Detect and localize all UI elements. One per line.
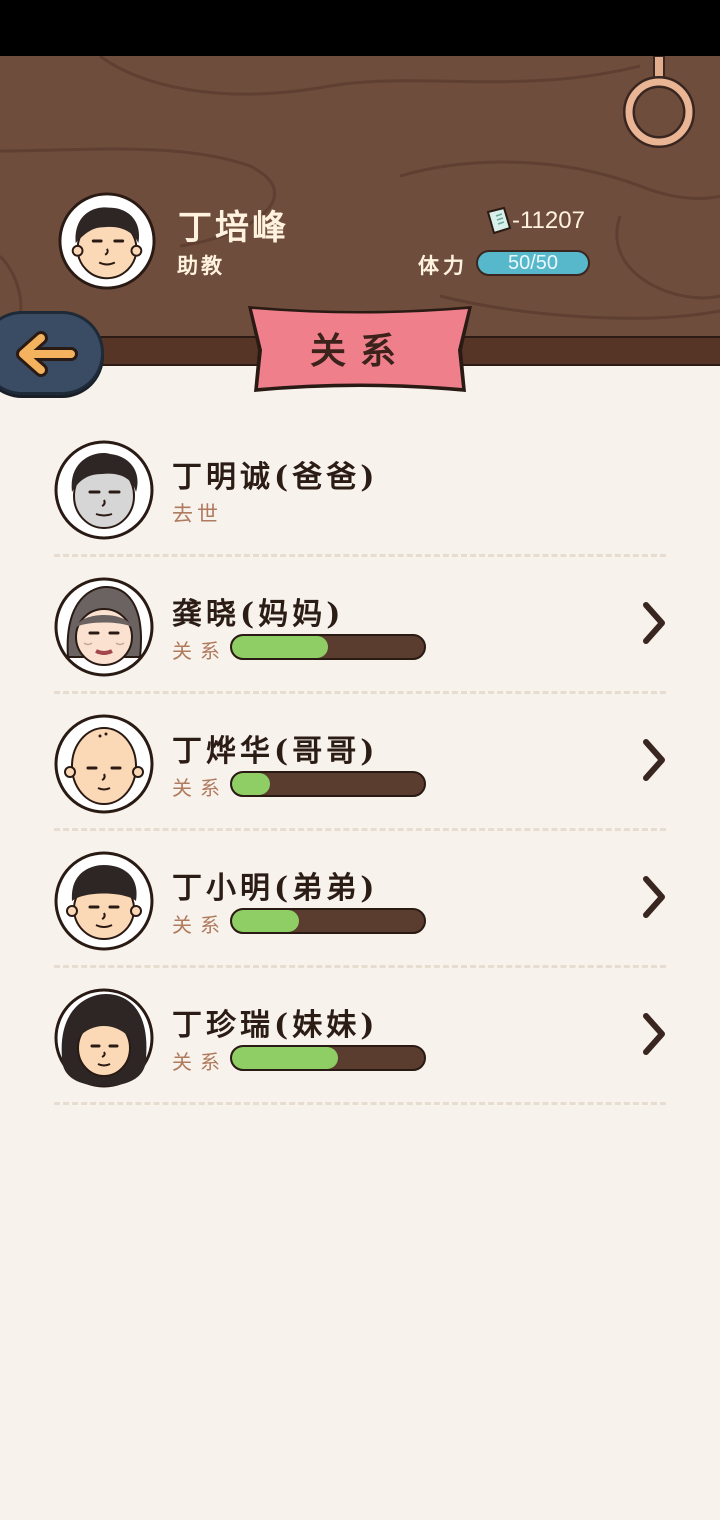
younger-brother-avatar: [54, 851, 154, 951]
status-bar: [0, 0, 720, 56]
relation-bar: [230, 634, 426, 660]
player-avatar[interactable]: [58, 192, 156, 290]
relation-label: 关系: [172, 639, 228, 663]
back-arrow-icon: [16, 331, 78, 377]
stamina-bar: 50/50: [476, 250, 590, 276]
player-title: 助教: [177, 254, 225, 278]
relation-name: 丁明诚(爸爸): [172, 460, 379, 495]
relation-bar-fill: [232, 910, 300, 932]
ring-icon[interactable]: [622, 56, 696, 152]
relation-bar: [230, 771, 426, 797]
chevron-right-icon[interactable]: [640, 1012, 668, 1056]
money-value: -11207: [512, 207, 585, 234]
row-divider: [54, 554, 666, 557]
relation-name: 丁珍瑞(妹妹): [172, 1008, 379, 1043]
relation-row[interactable]: 丁烨华(哥哥) 关系: [0, 714, 720, 851]
chevron-right-icon[interactable]: [640, 738, 668, 782]
mother-avatar: [54, 577, 154, 677]
relation-label: 关系: [172, 913, 228, 937]
stamina-label: 体力: [418, 254, 468, 278]
brother-avatar: [54, 714, 154, 814]
relation-row[interactable]: 丁珍瑞(妹妹) 关系: [0, 988, 720, 1125]
relation-name: 丁烨华(哥哥): [172, 734, 379, 769]
relation-label: 关系: [172, 776, 228, 800]
relation-bar-fill: [232, 636, 328, 658]
relation-status: 去世: [172, 502, 222, 526]
player-name: 丁培峰: [178, 208, 289, 248]
chevron-right-icon[interactable]: [640, 601, 668, 645]
row-divider: [54, 965, 666, 968]
relation-bar-fill: [232, 1047, 338, 1069]
relation-row[interactable]: 龚晓(妈妈) 关系: [0, 577, 720, 714]
relation-bar: [230, 908, 426, 934]
relation-label: 关系: [172, 1050, 228, 1074]
stamina-value: 50/50: [507, 252, 559, 274]
sister-avatar: [54, 988, 154, 1088]
relation-bar-fill: [232, 773, 271, 795]
relation-name: 丁小明(弟弟): [172, 871, 379, 906]
chevron-right-icon[interactable]: [640, 875, 668, 919]
relation-bar: [230, 1045, 426, 1071]
row-divider: [54, 691, 666, 694]
row-divider: [54, 1102, 666, 1105]
page-title: 关系: [309, 330, 410, 372]
relation-row[interactable]: 丁小明(弟弟) 关系: [0, 851, 720, 988]
relation-name: 龚晓(妈妈): [172, 597, 345, 632]
row-divider: [54, 828, 666, 831]
father-avatar: [54, 440, 154, 540]
back-button[interactable]: [0, 311, 104, 395]
relation-row: 丁明诚(爸爸) 去世: [0, 440, 720, 577]
money-note-icon: [486, 206, 512, 235]
